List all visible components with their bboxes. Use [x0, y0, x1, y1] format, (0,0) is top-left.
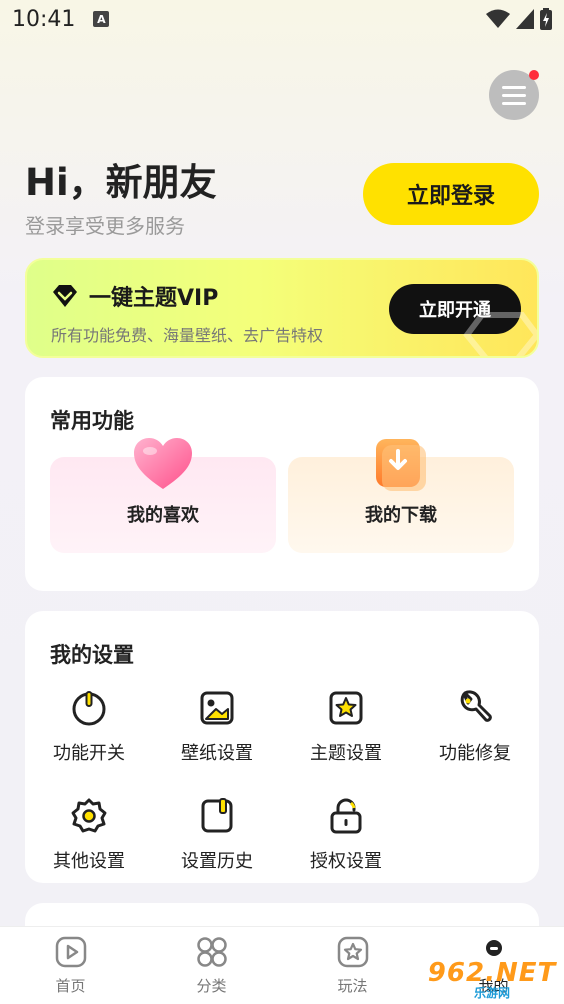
star-frame-icon [329, 691, 363, 725]
wrench-icon [460, 690, 492, 722]
setting-label: 其他设置 [53, 851, 125, 872]
status-icons [486, 8, 552, 30]
image-icon [200, 691, 234, 725]
tab-label: 首页 [55, 977, 86, 995]
vip-title: 一键主题VIP [89, 286, 219, 311]
setting-wallpaper[interactable]: 壁纸设置 [162, 689, 272, 765]
history-icon [201, 798, 233, 833]
menu-icon-line [502, 85, 526, 89]
setting-history[interactable]: 设置历史 [162, 797, 272, 873]
play-icon [55, 936, 86, 968]
notification-dot [529, 70, 539, 80]
setting-label: 主题设置 [310, 743, 382, 764]
status-bar: 10:41 A [0, 0, 564, 38]
favorites-label: 我的喜欢 [127, 505, 199, 526]
greeting-title: Hi，新朋友 [25, 161, 217, 204]
battery-icon [540, 8, 552, 30]
downloads-label: 我的下载 [365, 505, 437, 526]
setting-label: 设置历史 [181, 851, 253, 872]
setting-label: 壁纸设置 [181, 743, 253, 764]
setting-repair[interactable]: 功能修复 [420, 689, 530, 765]
power-icon [72, 691, 106, 726]
tab-category[interactable]: 分类 [141, 927, 282, 1004]
status-time: 10:41 [12, 6, 76, 32]
setting-theme[interactable]: 主题设置 [291, 689, 401, 765]
setting-authorization[interactable]: 授权设置 [291, 797, 401, 873]
lock-icon [330, 798, 362, 834]
watermark-sub: 乐游网 [473, 985, 510, 1000]
tab-play[interactable]: 玩法 [282, 927, 423, 1004]
heart-icon [134, 438, 192, 489]
tab-label: 分类 [196, 977, 227, 995]
setting-function-switch[interactable]: 功能开关 [34, 689, 144, 765]
notification-icon: A [93, 11, 110, 27]
common-functions-title: 常用功能 [50, 409, 134, 433]
favorites-tile[interactable]: 我的喜欢 [50, 438, 276, 553]
common-functions-card: 常用功能 我的喜欢 我的下载 [25, 377, 539, 591]
download-icon [376, 439, 426, 491]
signal-icon [516, 9, 534, 29]
vip-title-row: 一键主题VIP [51, 280, 218, 312]
tab-label: 玩法 [337, 977, 368, 995]
vip-description: 所有功能免费、海量壁纸、去广告特权 [51, 326, 324, 345]
menu-button[interactable] [489, 70, 539, 120]
watermark-logo: 962.NET 乐游网 [424, 955, 560, 1003]
gear-icon [71, 798, 107, 833]
tab-home[interactable]: 首页 [0, 927, 141, 1004]
settings-title: 我的设置 [50, 643, 134, 667]
star-icon [337, 936, 368, 968]
greeting-subtitle[interactable]: 登录享受更多服务 [25, 210, 185, 239]
setting-label: 功能开关 [53, 743, 125, 764]
setting-other[interactable]: 其他设置 [34, 797, 144, 873]
setting-label: 功能修复 [439, 743, 511, 764]
vip-banner[interactable]: 一键主题VIP 所有功能免费、海量壁纸、去广告特权 立即开通 [25, 258, 539, 358]
setting-label: 授权设置 [310, 851, 382, 872]
settings-card: 我的设置 功能开关 壁纸设置 主题设置 功能修复 其他设置 设置历史 授权设置 [25, 611, 539, 883]
menu-icon-line [502, 101, 526, 105]
diamond-decoration-icon [463, 312, 537, 356]
diamond-icon [53, 285, 77, 307]
wifi-icon [486, 9, 510, 28]
grid-icon [196, 937, 227, 967]
login-button[interactable]: 立即登录 [363, 163, 539, 225]
downloads-tile[interactable]: 我的下载 [288, 439, 514, 553]
menu-icon-line [502, 93, 526, 97]
